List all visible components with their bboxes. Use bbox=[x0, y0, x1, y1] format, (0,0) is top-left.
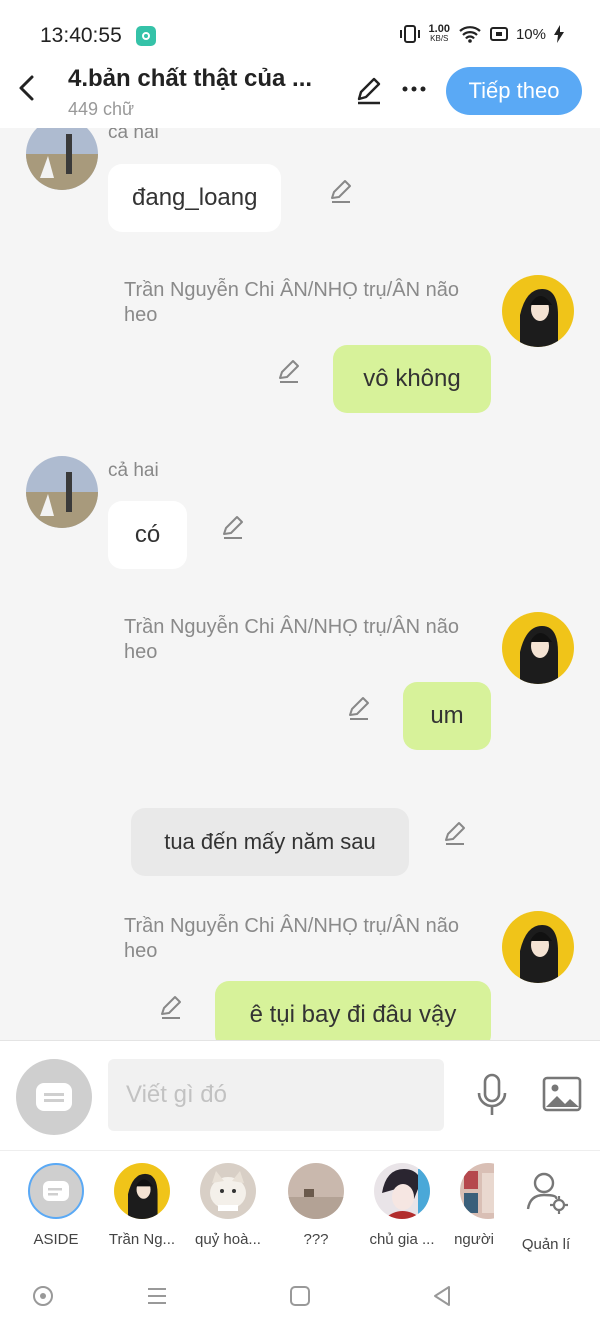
character-avatar bbox=[374, 1163, 430, 1219]
message-bubble[interactable]: ê tụi bay đi đâu vậy bbox=[215, 981, 491, 1040]
screen-cast-icon bbox=[489, 27, 508, 41]
message-bubble[interactable]: đang_loang bbox=[108, 164, 282, 232]
assistant-icon[interactable] bbox=[31, 1284, 55, 1308]
aside-bubble[interactable]: tua đến mấy năm sau bbox=[131, 808, 409, 876]
wifi-icon bbox=[459, 26, 481, 43]
top-bar: 4.bản chất thật của ... 449 chữ Tiếp the… bbox=[0, 55, 600, 128]
edit-title-icon[interactable] bbox=[354, 75, 384, 105]
sender-name: ca hai bbox=[108, 128, 159, 143]
edit-message-icon[interactable] bbox=[220, 514, 246, 540]
character-nguoi[interactable]: người bbox=[438, 1163, 494, 1248]
microphone-icon[interactable] bbox=[474, 1073, 510, 1117]
image-icon[interactable] bbox=[542, 1076, 582, 1112]
word-count: 449 chữ bbox=[68, 99, 135, 119]
message-bubble[interactable]: có bbox=[108, 501, 187, 569]
character-avatar bbox=[460, 1163, 494, 1219]
message-input[interactable] bbox=[108, 1059, 444, 1131]
sender-name: Trần Nguyễn Chi ÂN/NHỌ trụ/ÂN não heo bbox=[124, 616, 459, 663]
character-chu-gia[interactable]: chủ gia ... bbox=[364, 1163, 440, 1248]
character-name: ASIDE bbox=[33, 1231, 79, 1248]
manage-user-icon bbox=[526, 1172, 568, 1214]
character-name: quỷ hoà... bbox=[195, 1231, 261, 1248]
character-avatar bbox=[114, 1163, 170, 1219]
app-notification-icon bbox=[136, 26, 156, 46]
character-selector: ASIDE Trần Ng... quỷ hoà... ??? chủ gia … bbox=[0, 1150, 600, 1260]
character-avatar bbox=[288, 1163, 344, 1219]
avatar-tran-nguyen-chi-an[interactable] bbox=[502, 911, 574, 983]
character-name: Quản lí bbox=[521, 1236, 571, 1253]
sender-name: cả hai bbox=[108, 460, 159, 481]
character-avatar bbox=[200, 1163, 256, 1219]
chat-area[interactable]: ca hai đang_loang Trần Nguyễn Chi ÂN/NHỌ… bbox=[0, 128, 600, 1040]
edit-message-icon[interactable] bbox=[328, 178, 354, 204]
charging-icon bbox=[554, 25, 564, 43]
status-time: 13:40:55 bbox=[40, 24, 122, 47]
back-icon[interactable] bbox=[14, 73, 42, 103]
avatar-tran-nguyen-chi-an[interactable] bbox=[502, 612, 574, 684]
sender-name: Trần Nguyễn Chi ÂN/NHỌ trụ/ÂN não heo bbox=[124, 915, 459, 962]
next-button[interactable]: Tiếp theo bbox=[446, 67, 582, 115]
composer-bar bbox=[0, 1040, 600, 1150]
character-name: người bbox=[454, 1231, 494, 1248]
character-name: ??? bbox=[303, 1231, 329, 1248]
more-options-icon[interactable] bbox=[400, 79, 428, 99]
aside-mode-button[interactable] bbox=[16, 1059, 92, 1135]
menu-icon[interactable] bbox=[145, 1284, 169, 1308]
character-name: Trần Ng... bbox=[108, 1231, 176, 1248]
avatar-ca-hai[interactable] bbox=[26, 128, 98, 190]
edit-message-icon[interactable] bbox=[346, 695, 372, 721]
character-name: chủ gia ... bbox=[369, 1231, 435, 1248]
home-icon[interactable] bbox=[288, 1284, 312, 1308]
vibrate-icon bbox=[399, 25, 420, 43]
message-bubble[interactable]: um bbox=[403, 682, 491, 750]
character-quy-hoa[interactable]: quỷ hoà... bbox=[190, 1163, 266, 1248]
system-navigation-bar bbox=[0, 1260, 600, 1333]
sender-name: Trần Nguyễn Chi ÂN/NHỌ trụ/ÂN não heo bbox=[124, 279, 459, 326]
edit-message-icon[interactable] bbox=[442, 820, 468, 846]
status-indicators: 1.00 KB/S 10% bbox=[399, 24, 564, 44]
manage-characters-button[interactable]: Quản lí bbox=[508, 1163, 584, 1253]
battery-percent: 10% bbox=[515, 25, 546, 43]
chapter-title: 4.bản chất thật của ... bbox=[68, 65, 313, 92]
character-aside[interactable]: ASIDE bbox=[18, 1163, 94, 1248]
aside-avatar-icon bbox=[28, 1163, 84, 1219]
avatar-tran-nguyen-chi-an[interactable] bbox=[502, 275, 574, 347]
avatar-ca-hai[interactable] bbox=[26, 456, 98, 528]
back-nav-icon[interactable] bbox=[430, 1284, 454, 1308]
character-unknown[interactable]: ??? bbox=[278, 1163, 354, 1248]
character-tran-nguyen[interactable]: Trần Ng... bbox=[104, 1163, 180, 1248]
network-speed: 1.00 KB/S bbox=[428, 23, 450, 44]
edit-message-icon[interactable] bbox=[158, 994, 184, 1020]
message-bubble[interactable]: vô không bbox=[333, 345, 491, 413]
edit-message-icon[interactable] bbox=[276, 358, 302, 384]
